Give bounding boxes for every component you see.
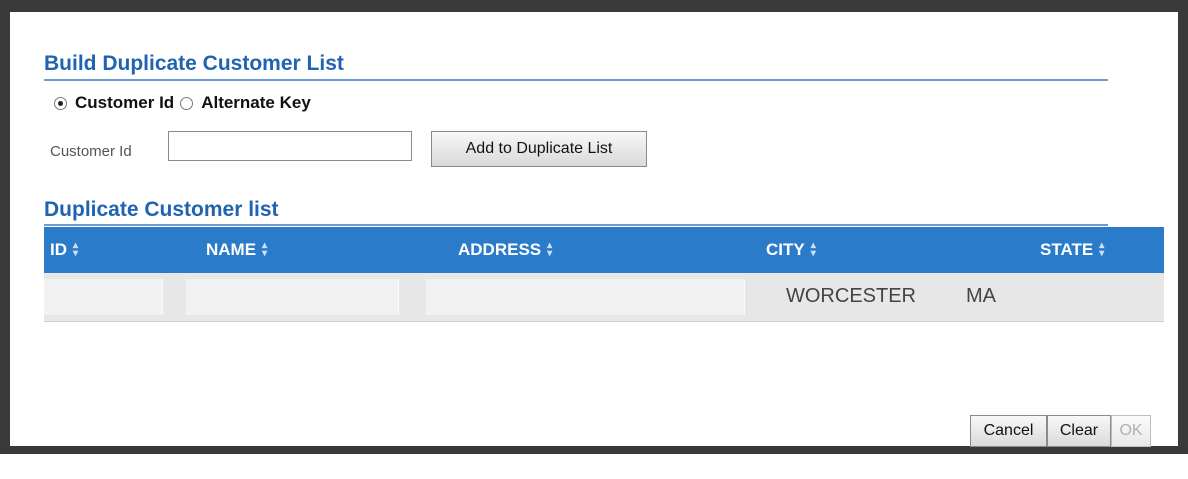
grid-header: ID ▴ ▾ NAME ▴ ▾ ADDRESS ▴ ▾ CITY ▴ ▾ STATE ▴…	[44, 227, 1164, 273]
radio-unselected-icon[interactable]	[180, 96, 194, 110]
column-header-id[interactable]: ID ▴ ▾	[50, 240, 81, 260]
lookup-type-radio-group: Customer Id Alternate Key	[54, 92, 317, 114]
window-frame-left	[0, 0, 10, 452]
column-header-address[interactable]: ADDRESS ▴ ▾	[458, 240, 555, 260]
column-header-id-label: ID	[50, 240, 67, 259]
column-header-state[interactable]: STATE ▴ ▾	[1040, 240, 1107, 260]
column-header-address-label: ADDRESS	[458, 240, 542, 259]
column-header-city-label: CITY	[766, 240, 805, 259]
ok-button[interactable]: OK	[1111, 415, 1151, 447]
sort-updown-icon[interactable]: ▴ ▾	[262, 241, 270, 259]
list-section-title: Duplicate Customer list	[44, 198, 279, 221]
row-cell-state: MA	[966, 285, 996, 307]
sort-updown-icon[interactable]: ▴ ▾	[1099, 241, 1107, 259]
row-cell-id	[44, 279, 163, 315]
radio-label-alternate-key[interactable]: Alternate Key	[201, 93, 311, 113]
row-cell-address	[426, 279, 745, 315]
cancel-button[interactable]: Cancel	[970, 415, 1047, 447]
build-section-title: Build Duplicate Customer List	[44, 52, 344, 75]
sort-updown-icon[interactable]: ▴ ▾	[547, 241, 555, 259]
add-to-duplicate-list-button[interactable]: Add to Duplicate List	[431, 131, 647, 167]
column-header-name[interactable]: NAME ▴ ▾	[206, 240, 270, 260]
radio-label-customer-id[interactable]: Customer Id	[75, 93, 174, 113]
row-cell-city: WORCESTER	[786, 285, 916, 307]
clear-button[interactable]: Clear	[1047, 415, 1111, 447]
table-row[interactable]: WORCESTER MA	[44, 273, 1164, 322]
duplicate-customer-dialog: Build Duplicate Customer List Customer I…	[10, 12, 1178, 447]
sort-updown-icon[interactable]: ▴ ▾	[73, 241, 81, 259]
window-frame-top	[0, 0, 1188, 12]
row-cell-name	[186, 279, 399, 315]
customer-id-label: Customer Id	[50, 143, 132, 160]
radio-selected-icon[interactable]	[54, 96, 67, 110]
build-section-divider	[44, 79, 1108, 81]
column-header-city[interactable]: CITY ▴ ▾	[766, 240, 819, 260]
window-frame-right	[1178, 0, 1188, 452]
list-section-divider	[44, 224, 1108, 226]
customer-id-input[interactable]	[168, 131, 412, 161]
column-header-state-label: STATE	[1040, 240, 1094, 259]
window-frame-bottom	[0, 446, 1188, 454]
column-header-name-label: NAME	[206, 240, 257, 259]
sort-updown-icon[interactable]: ▴ ▾	[811, 241, 819, 259]
